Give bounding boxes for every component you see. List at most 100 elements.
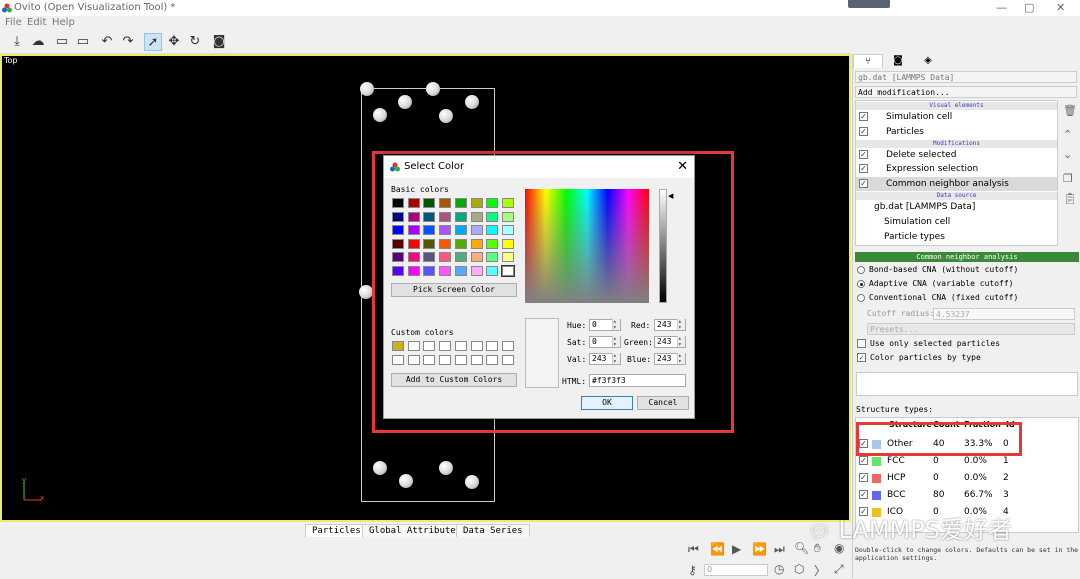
custom-color-swatch[interactable] [486,355,499,365]
presets-dropdown[interactable]: Presets... [867,323,1075,335]
basic-color-swatch[interactable] [470,265,483,276]
basic-color-swatch[interactable] [470,225,483,235]
pick-screen-color-button[interactable]: Pick Screen Color [391,283,517,297]
hue-input[interactable]: 0 [589,319,621,331]
basic-color-swatch[interactable] [500,264,515,277]
table-row[interactable]: ✓ BCC 80 66.7% 3 [856,487,1078,503]
viewport-caption[interactable]: Top [4,56,18,65]
save-session-icon[interactable]: ▭ [74,33,92,51]
basic-color-swatch[interactable] [486,211,499,222]
fov-icon[interactable]: 〉 [814,562,826,579]
load-file-icon[interactable]: ⤓ [8,33,26,51]
undo-icon[interactable]: ↶ [98,33,116,51]
use-selected-option[interactable]: Use only selected particles [857,338,1000,350]
green-input[interactable]: 243 [654,336,686,348]
table-row[interactable]: ✓ HCP 0 0.0% 2 [856,470,1078,486]
basic-color-swatch[interactable] [407,238,420,249]
maximize-viewport-icon[interactable]: ⤢ [834,562,844,577]
custom-color-swatch[interactable] [501,355,514,365]
html-input[interactable]: #f3f3f3 [589,374,686,387]
pipeline-item-delete-selected[interactable]: ✓ Delete selected [856,148,1057,162]
close-button[interactable]: ✕ [1056,1,1065,14]
radio[interactable] [857,265,865,274]
select-mode-icon[interactable]: ➚ [144,33,162,51]
blue-input[interactable]: 243 [654,353,686,365]
custom-color-swatch[interactable] [501,341,514,351]
basic-color-swatch[interactable] [454,211,467,222]
menu-file[interactable]: File [5,17,22,28]
checkbox[interactable]: ✓ [857,353,866,362]
basic-color-swatch[interactable] [454,265,467,276]
custom-color-swatch[interactable] [454,341,467,351]
ok-button[interactable]: OK [581,396,633,410]
basic-color-swatch[interactable] [392,265,404,276]
menu-edit[interactable]: Edit [27,17,46,28]
load-remote-icon[interactable]: ☁ [29,33,47,51]
add-modification-dropdown[interactable]: Add modification... [855,86,1077,98]
pipeline-item-particle-types[interactable]: Particle types [856,230,1057,244]
radio[interactable] [857,279,865,288]
luminance-marker-icon[interactable]: ◀ [668,192,673,200]
basic-color-swatch[interactable] [486,198,499,208]
cancel-button[interactable]: Cancel [637,396,689,410]
luminance-slider[interactable] [659,189,667,303]
next-frame-icon[interactable]: ⏩ [752,542,767,556]
basic-color-swatch[interactable] [470,211,483,222]
checkbox[interactable]: ✓ [859,112,868,121]
basic-color-swatch[interactable] [470,252,483,262]
sat-input[interactable]: 0 [589,336,621,348]
tab-data-series[interactable]: Data Series [456,524,530,537]
basic-color-swatch[interactable] [486,225,499,235]
color-by-type-option[interactable]: ✓ Color particles by type [857,352,981,364]
checkbox[interactable] [857,339,866,348]
basic-color-swatch[interactable] [501,211,514,222]
custom-color-swatch[interactable] [423,355,436,365]
basic-color-swatch[interactable] [423,238,436,249]
cutoff-input[interactable]: 4.53237 [933,308,1075,320]
custom-color-swatch[interactable] [392,355,404,365]
last-frame-icon[interactable]: ⏭ [774,542,785,557]
checkbox[interactable]: ✓ [859,473,868,482]
render-tab-icon[interactable]: ◙ [883,54,913,68]
basic-color-swatch[interactable] [439,211,452,222]
camera-icon[interactable]: ◙ [210,33,228,51]
first-frame-icon[interactable]: ⏮ [688,542,699,557]
pipeline-item-particles[interactable]: ✓ Particles [856,125,1057,139]
pipeline-item-cna[interactable]: ✓ Common neighbor analysis [856,177,1057,191]
val-input[interactable]: 243 [589,353,621,365]
basic-color-swatch[interactable] [407,265,420,276]
custom-color-swatch[interactable] [454,355,467,365]
custom-color-swatch[interactable] [470,355,483,365]
custom-color-swatch[interactable] [486,341,499,351]
basic-color-swatch[interactable] [454,198,467,208]
basic-color-swatch[interactable] [486,252,499,262]
add-to-custom-colors-button[interactable]: Add to Custom Colors [391,373,517,387]
checkbox[interactable]: ✓ [859,456,868,465]
basic-color-swatch[interactable] [470,198,483,208]
basic-color-swatch[interactable] [407,225,420,235]
mode-conventional[interactable]: Conventional CNA (fixed cutoff) [857,292,1018,304]
basic-color-swatch[interactable] [501,238,514,249]
pipeline-item-source-cell[interactable]: Simulation cell [856,215,1057,229]
checkbox[interactable]: ✓ [859,127,868,136]
color-swatch[interactable] [872,474,881,483]
red-input[interactable]: 243 [654,319,686,331]
color-swatch[interactable] [872,491,881,500]
move-down-icon[interactable]: ⌄ [1063,148,1072,161]
custom-color-swatch[interactable] [470,341,483,351]
checkbox[interactable]: ✓ [859,150,868,159]
basic-color-swatch[interactable] [392,198,404,208]
basic-color-swatch[interactable] [454,238,467,249]
checkbox[interactable]: ✓ [859,179,868,188]
rotate-mode-icon[interactable]: ↻ [186,33,204,51]
tab-global-attributes[interactable]: Global Attributes [362,524,469,537]
basic-color-swatch[interactable] [454,225,467,235]
basic-color-swatch[interactable] [407,198,420,208]
overlays-tab-icon[interactable]: ◈ [913,54,943,68]
basic-color-swatch[interactable] [439,252,452,262]
checkbox[interactable]: ✓ [859,490,868,499]
basic-color-swatch[interactable] [439,198,452,208]
basic-color-swatch[interactable] [439,225,452,235]
menu-help[interactable]: Help [52,17,75,28]
basic-color-swatch[interactable] [423,252,436,262]
